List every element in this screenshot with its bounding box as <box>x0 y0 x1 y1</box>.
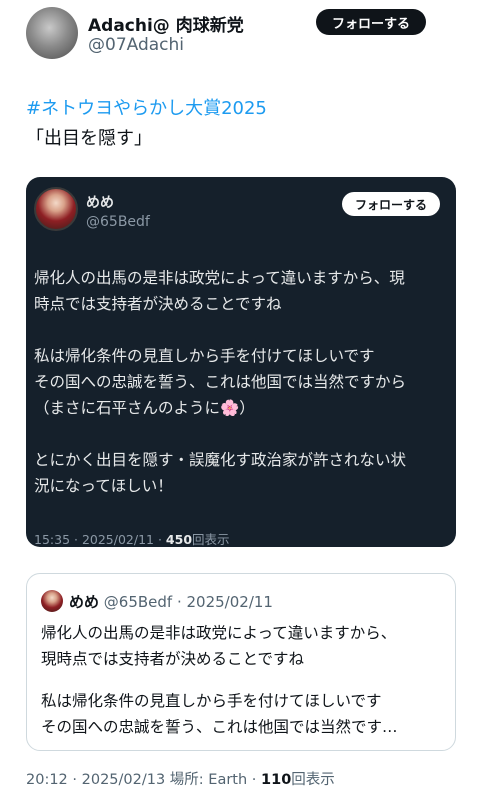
embedded-name: めめ <box>86 195 114 211</box>
quote-header: めめ @65Bedf · 2025/02/11 <box>69 591 273 612</box>
embedded-follow-button: フォローする <box>342 192 440 216</box>
embedded-line: 私は帰化条件の見直しから手を付けてほしいです <box>34 347 375 365</box>
author-display-name[interactable]: Adachi@ 肉球新党 <box>88 11 244 36</box>
quote-line: その国への忠誠を誓う、これは他国では当然です… <box>41 718 398 736</box>
quote-name: めめ <box>69 593 100 611</box>
post-timestamp[interactable]: 20:12 · 2025/02/13 場所: Earth · <box>26 772 261 788</box>
follow-button[interactable]: フォローする <box>316 9 426 35</box>
view-count: 110 <box>261 772 292 788</box>
embedded-meta-time: 15:35 · 2025/02/11 · <box>34 532 166 547</box>
embedded-line: とにかく出目を隠す・誤魔化す政治家が許されない状 <box>34 451 407 469</box>
quote-handle-date: @65Bedf · 2025/02/11 <box>103 593 273 611</box>
author-handle[interactable]: @07Adachi <box>88 35 184 55</box>
embedded-avatar <box>34 187 78 231</box>
quote-avatar[interactable] <box>41 590 63 612</box>
embedded-body: 帰化人の出馬の是非は政党によって違いますから、現 時点では支持者が決めることです… <box>34 265 452 499</box>
post-meta: 20:12 · 2025/02/13 場所: Earth · 110回表示 <box>26 768 335 789</box>
quote-body: 帰化人の出馬の是非は政党によって違いますから、 現時点では支持者が決めることです… <box>41 620 398 740</box>
hashtag-link[interactable]: #ネトウヨやらかし大賞2025 <box>26 94 267 120</box>
embedded-view-label: 回表示 <box>192 532 230 547</box>
embedded-line: 況になってほしい！ <box>34 477 173 495</box>
quote-line: 私は帰化条件の見直しから手を付けてほしいです <box>41 692 382 710</box>
quote-line: 帰化人の出馬の是非は政党によって違いますから、 <box>41 624 397 642</box>
embedded-post-screenshot[interactable]: めめ @65Bedf フォローする 帰化人の出馬の是非は政党によって違いますから… <box>26 177 456 547</box>
author-avatar[interactable] <box>26 7 78 59</box>
embedded-line: 時点では支持者が決めることですね <box>34 295 282 313</box>
embedded-line: （まさに石平さんのように🌸） <box>34 399 255 417</box>
embedded-line: その国への忠誠を誓う、これは他国では当然ですから <box>34 373 407 391</box>
quote-line: 現時点では支持者が決めることですね <box>41 650 305 668</box>
embedded-handle: @65Bedf <box>86 214 150 230</box>
embedded-meta: 15:35 · 2025/02/11 · 450回表示 <box>34 529 230 547</box>
quoted-post[interactable]: めめ @65Bedf · 2025/02/11 帰化人の出馬の是非は政党によって… <box>26 573 456 751</box>
post-text: 「出目を隠す」 <box>26 128 152 149</box>
view-label: 回表示 <box>291 772 335 788</box>
embedded-view-count: 450 <box>165 532 193 547</box>
embedded-line: 帰化人の出馬の是非は政党によって違いますから、現 <box>34 269 405 287</box>
